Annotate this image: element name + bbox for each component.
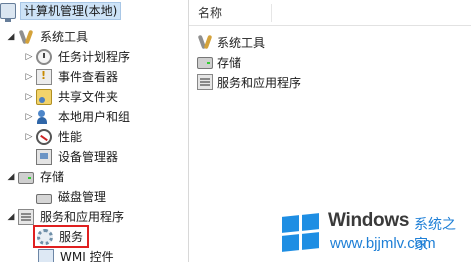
list-item-label: 存储 <box>217 55 242 70</box>
list-item[interactable]: 服务和应用程序 <box>197 72 301 92</box>
tree-item-local-users-groups[interactable]: ▷ 本地用户和组 <box>22 107 132 127</box>
tree-item-label: 磁盘管理 <box>58 190 107 204</box>
collapsed-arrow-icon[interactable]: ▷ <box>22 112 36 122</box>
tools-icon <box>18 29 34 45</box>
tree-item-label: 设备管理器 <box>58 150 119 164</box>
collapsed-arrow-icon[interactable]: ▷ <box>22 52 36 62</box>
expanded-arrow-icon[interactable]: ◢ <box>4 172 18 182</box>
tree-item-storage[interactable]: ◢ 存储 <box>4 167 66 187</box>
tree-item-device-manager[interactable]: 设备管理器 <box>36 147 120 167</box>
tree-item-label: 存储 <box>40 170 65 184</box>
tree-item-label: 系统工具 <box>40 30 89 44</box>
tree-item-performance[interactable]: ▷ 性能 <box>22 127 84 147</box>
tree-item-services-and-applications[interactable]: ◢ 服务和应用程序 <box>4 207 126 227</box>
wmi-icon <box>38 249 54 262</box>
tree-item-wmi-control[interactable]: WMI 控件 <box>38 247 116 262</box>
tree-item-label: 任务计划程序 <box>58 50 131 64</box>
tree-item-system-tools[interactable]: ◢ 系统工具 <box>4 27 90 47</box>
tree-item-disk-management[interactable]: 磁盘管理 <box>36 187 108 207</box>
watermark: Windows 系统之家 www.bjjmlv.com <box>278 204 464 258</box>
list-item-label: 系统工具 <box>217 35 266 50</box>
expanded-arrow-icon[interactable]: ◢ <box>4 212 18 222</box>
list-item-label: 服务和应用程序 <box>217 75 302 90</box>
task-scheduler-icon <box>36 49 52 65</box>
performance-icon <box>36 129 52 145</box>
tree-item-label: WMI 控件 <box>60 250 114 262</box>
watermark-url: www.bjjmlv.com <box>330 235 436 252</box>
storage-icon <box>197 57 213 69</box>
tree-item-label: 服务和应用程序 <box>40 210 125 224</box>
tree-item-services[interactable]: 服务 <box>32 225 90 248</box>
collapsed-arrow-icon[interactable]: ▷ <box>22 92 36 102</box>
windows-logo-icon <box>282 213 322 254</box>
tree-item-label: 性能 <box>58 130 83 144</box>
tree-item-label: 本地用户和组 <box>58 110 131 124</box>
tree-root-computer-management[interactable]: 计算机管理(本地) <box>0 1 122 22</box>
disk-icon <box>36 193 52 204</box>
tree-item-shared-folders[interactable]: ▷ 共享文件夹 <box>22 87 120 107</box>
services-gear-icon <box>37 228 53 245</box>
expanded-arrow-icon[interactable]: ◢ <box>4 32 18 42</box>
device-manager-icon <box>36 149 52 165</box>
collapsed-arrow-icon[interactable]: ▷ <box>22 132 36 142</box>
computer-icon <box>0 3 16 22</box>
column-header-name[interactable]: 名称 <box>189 0 471 26</box>
navigation-tree: 计算机管理(本地) ◢ 系统工具 ▷ 任务计划程序 ▷ 事件查看器 ▷ 共享文件… <box>0 0 188 262</box>
users-icon <box>36 109 52 125</box>
column-header-label: 名称 <box>198 6 223 20</box>
tree-item-event-viewer[interactable]: ▷ 事件查看器 <box>22 67 120 87</box>
tools-icon <box>197 34 213 50</box>
tree-root-label: 计算机管理(本地) <box>20 2 122 20</box>
list-item[interactable]: 存储 <box>197 52 241 72</box>
watermark-brand: Windows <box>328 210 410 231</box>
list-item[interactable]: 系统工具 <box>197 32 265 52</box>
event-viewer-icon <box>36 69 52 85</box>
tree-item-label: 共享文件夹 <box>58 90 119 104</box>
tree-item-label: 服务 <box>59 229 84 244</box>
tree-item-label: 事件查看器 <box>58 70 119 84</box>
storage-icon <box>18 172 34 184</box>
tree-item-task-scheduler[interactable]: ▷ 任务计划程序 <box>22 47 132 67</box>
shared-folder-icon <box>36 89 52 105</box>
services-apps-icon <box>18 209 34 225</box>
collapsed-arrow-icon[interactable]: ▷ <box>22 72 36 82</box>
services-apps-icon <box>197 74 213 90</box>
